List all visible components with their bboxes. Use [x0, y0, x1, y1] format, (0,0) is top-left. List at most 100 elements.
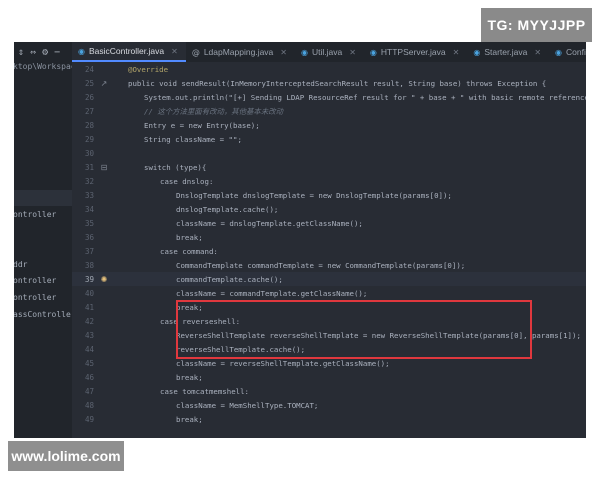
- code-line: 35 className = dnslogTemplate.getClassNa…: [72, 216, 586, 230]
- line-number: 45: [84, 358, 94, 368]
- watermark-site: www.lolime.com: [8, 441, 124, 471]
- close-icon[interactable]: ✕: [280, 48, 287, 57]
- tab-label: Config.java: [566, 47, 586, 57]
- code-line: 32 case dnslog:: [72, 174, 586, 188]
- code-line: 24 @Override: [72, 62, 586, 76]
- code-line: 49 break;: [72, 412, 586, 426]
- code-text: dnslogTemplate.cache();: [176, 204, 279, 214]
- tree-item[interactable]: assController: [14, 310, 72, 319]
- line-number: 44: [84, 344, 94, 354]
- tab-config[interactable]: ◉ Config.java: [549, 42, 586, 62]
- line-number: 34: [84, 204, 94, 214]
- line-number: 31: [84, 162, 94, 172]
- tree-item[interactable]: ontroller: [14, 210, 56, 219]
- tree-item[interactable]: ontroller: [14, 276, 56, 285]
- line-number: 32: [84, 176, 94, 186]
- code-text: public void sendResult(InMemoryIntercept…: [128, 78, 547, 88]
- class-icon: ◉: [473, 47, 481, 57]
- code-text: DnslogTemplate dnslogTemplate = new Dnsl…: [176, 190, 452, 200]
- class-icon: ◉: [555, 47, 562, 57]
- code-line: 34 dnslogTemplate.cache();: [72, 202, 586, 216]
- gear-icon[interactable]: ⚙: [42, 47, 48, 58]
- project-sidebar: ⇕ ⇔ ⚙ − ktop\Workspace ontroller ddr ont…: [14, 42, 72, 438]
- class-icon: ◉: [369, 47, 377, 57]
- code-line: 31 ⊟ switch (type){: [72, 160, 586, 174]
- tree-item[interactable]: ontroller: [14, 293, 56, 302]
- line-number: 33: [84, 190, 94, 200]
- code-text: System.out.println("[+] Sending LDAP Res…: [144, 92, 586, 102]
- close-icon[interactable]: ✕: [349, 48, 356, 57]
- collapse-icon[interactable]: ⇔: [30, 47, 36, 58]
- sidebar-selection: [14, 190, 72, 206]
- editor-tabs: ◉ BasicController.java ✕ @ LdapMapping.j…: [72, 42, 586, 63]
- code-text: case command:: [160, 246, 218, 256]
- code-line: 46 break;: [72, 370, 586, 384]
- close-icon[interactable]: ✕: [453, 48, 460, 57]
- code-text: className = dnslogTemplate.getClassName(…: [176, 218, 363, 228]
- tab-basiccontroller[interactable]: ◉ BasicController.java ✕: [72, 42, 186, 62]
- tab-starter[interactable]: ◉ Starter.java ✕: [467, 42, 549, 62]
- line-number: 47: [84, 386, 94, 396]
- tab-ldapmapping[interactable]: @ LdapMapping.java ✕: [186, 42, 295, 62]
- tree-item[interactable]: ddr: [14, 260, 27, 269]
- code-text: case dnslog:: [160, 176, 214, 186]
- line-number: 36: [84, 232, 94, 242]
- code-text: @Override: [128, 64, 169, 74]
- expand-icon[interactable]: ⇕: [18, 47, 24, 58]
- at-icon: @: [191, 47, 200, 57]
- line-number: 37: [84, 246, 94, 256]
- fold-icon[interactable]: ⊟: [94, 163, 114, 172]
- code-text: CommandTemplate commandTemplate = new Co…: [176, 260, 466, 270]
- line-number: 39: [84, 274, 94, 284]
- code-text: className = reverseShellTemplate.getClas…: [176, 358, 390, 368]
- tab-label: BasicController.java: [88, 46, 165, 56]
- tab-label: Util.java: [311, 47, 343, 57]
- close-icon[interactable]: ✕: [171, 47, 178, 56]
- line-number: 30: [84, 148, 94, 158]
- tab-label: LdapMapping.java: [203, 47, 274, 57]
- line-number: 49: [84, 414, 94, 424]
- code-text: break;: [176, 414, 203, 424]
- tab-util[interactable]: ◉ Util.java ✕: [295, 42, 364, 62]
- code-text: break;: [176, 232, 203, 242]
- class-icon: ◉: [301, 47, 308, 57]
- line-number: 46: [84, 372, 94, 382]
- line-number: 25: [84, 78, 94, 88]
- tab-httpserver[interactable]: ◉ HTTPServer.java ✕: [364, 42, 467, 62]
- tab-label: Starter.java: [484, 47, 528, 57]
- minimize-icon[interactable]: −: [54, 47, 60, 58]
- code-line: 37 case command:: [72, 244, 586, 258]
- lightbulb-icon[interactable]: ✺: [94, 275, 114, 284]
- line-number: 48: [84, 400, 94, 410]
- code-text: className = commandTemplate.getClassName…: [176, 288, 368, 298]
- class-icon: ◉: [78, 46, 85, 56]
- line-number: 27: [84, 106, 94, 116]
- code-text: className = MemShellType.TOMCAT;: [176, 400, 319, 410]
- code-line: 38 CommandTemplate commandTemplate = new…: [72, 258, 586, 272]
- code-line: 28 Entry e = new Entry(base);: [72, 118, 586, 132]
- line-number: 35: [84, 218, 94, 228]
- code-editor[interactable]: 24 @Override 25 ↗ public void sendResult…: [72, 62, 586, 438]
- line-number: 24: [84, 64, 94, 74]
- highlight-box: [176, 300, 532, 359]
- code-line-current: 39 ✺ commandTemplate.cache();: [72, 272, 586, 286]
- code-line: 33 DnslogTemplate dnslogTemplate = new D…: [72, 188, 586, 202]
- line-number: 26: [84, 92, 94, 102]
- tab-label: HTTPServer.java: [380, 47, 446, 57]
- code-line: 47 case tomcatmemshell:: [72, 384, 586, 398]
- code-text: switch (type){: [144, 162, 207, 172]
- close-icon[interactable]: ✕: [534, 48, 541, 57]
- code-line: 29 String className = "";: [72, 132, 586, 146]
- ide-window: ⇕ ⇔ ⚙ − ktop\Workspace ontroller ddr ont…: [14, 42, 586, 438]
- code-line: 27 // 这个方法里面有改动，其他基本未改动: [72, 104, 586, 118]
- override-marker-icon[interactable]: ↗: [94, 79, 114, 88]
- code-text: commandTemplate.cache();: [176, 274, 283, 284]
- code-comment: // 这个方法里面有改动，其他基本未改动: [144, 106, 283, 116]
- code-line: 25 ↗ public void sendResult(InMemoryInte…: [72, 76, 586, 90]
- line-number: 41: [84, 302, 94, 312]
- line-number: 43: [84, 330, 94, 340]
- code-text: break;: [176, 372, 203, 382]
- sidebar-toolbar: ⇕ ⇔ ⚙ −: [14, 42, 72, 62]
- project-path: ktop\Workspace: [14, 62, 72, 71]
- code-line: 48 className = MemShellType.TOMCAT;: [72, 398, 586, 412]
